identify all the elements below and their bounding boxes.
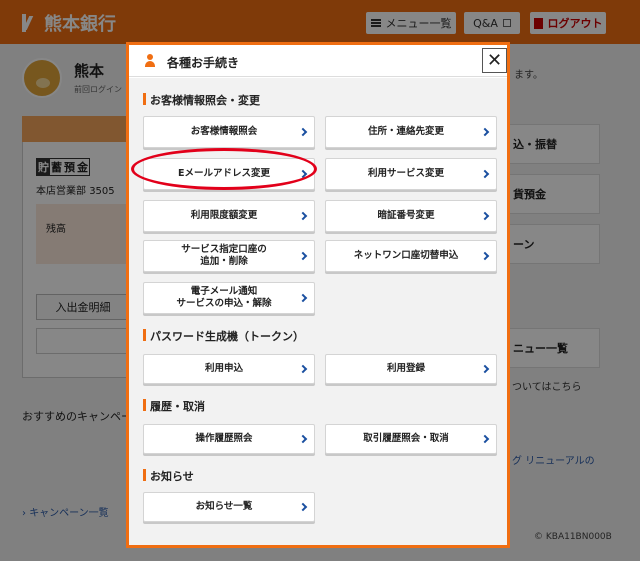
chevron-right-icon — [298, 502, 308, 512]
button-label: 利用登録 — [386, 362, 425, 374]
transaction-history-button[interactable]: 取引履歴照会・取消 — [325, 424, 497, 454]
close-button[interactable]: ✕ — [482, 48, 507, 73]
button-label: 暗証番号変更 — [377, 209, 435, 221]
close-icon: ✕ — [486, 49, 503, 71]
section-title-token: パスワード生成機（トークン） — [143, 328, 304, 344]
pin-change-button[interactable]: 暗証番号変更 — [325, 200, 497, 232]
button-label: お客様情報照会 — [190, 125, 258, 137]
button-label: 住所・連絡先変更 — [367, 125, 444, 137]
netone-switch-button[interactable]: ネットワン口座切替申込 — [325, 240, 497, 272]
button-label-line: 電子メール通知 — [190, 285, 258, 297]
token-register-button[interactable]: 利用登録 — [325, 354, 497, 384]
procedures-modal: 各種お手続き ✕ お客様情報照会・変更 お客様情報照会 住所・連絡先変更 Eメー… — [126, 42, 510, 548]
button-label: ネットワン口座切替申込 — [353, 249, 459, 261]
button-label: お知らせ一覧 — [195, 500, 253, 512]
customer-info-inquiry-button[interactable]: お客様情報照会 — [143, 116, 315, 148]
button-label: 電子メール通知 サービスの申込・解除 — [176, 286, 271, 311]
designated-account-button[interactable]: サービス指定口座の 追加・削除 — [143, 240, 315, 272]
highlight-circle — [131, 148, 317, 190]
button-label-line: 追加・削除 — [200, 256, 248, 267]
chevron-right-icon — [298, 434, 308, 444]
chevron-right-icon — [298, 127, 308, 137]
button-label-line: サービスの申込・解除 — [176, 298, 272, 309]
chevron-right-icon — [480, 364, 490, 374]
section-title-history: 履歴・取消 — [143, 398, 205, 414]
button-label: 操作履歴照会 — [195, 432, 253, 444]
section-title-customer: お客様情報照会・変更 — [143, 92, 260, 108]
button-label: サービス指定口座の 追加・削除 — [181, 244, 267, 269]
chevron-right-icon — [480, 434, 490, 444]
chevron-right-icon — [298, 364, 308, 374]
modal-header: 各種お手続き ✕ — [129, 45, 507, 77]
chevron-right-icon — [480, 169, 490, 179]
button-label: 利用サービス変更 — [367, 167, 444, 179]
modal-title: 各種お手続き — [167, 56, 240, 70]
limit-change-button[interactable]: 利用限度額変更 — [143, 200, 315, 232]
service-change-button[interactable]: 利用サービス変更 — [325, 158, 497, 190]
chevron-right-icon — [298, 211, 308, 221]
chevron-right-icon — [480, 127, 490, 137]
operation-history-button[interactable]: 操作履歴照会 — [143, 424, 315, 454]
button-label: 取引履歴照会・取消 — [363, 432, 449, 444]
chevron-right-icon — [298, 251, 308, 261]
button-label: 利用限度額変更 — [190, 209, 258, 221]
token-apply-button[interactable]: 利用申込 — [143, 354, 315, 384]
button-label: 利用申込 — [204, 362, 243, 374]
chevron-right-icon — [480, 211, 490, 221]
button-label-line: サービス指定口座の — [181, 243, 267, 255]
user-settings-icon — [145, 54, 161, 68]
notice-list-button[interactable]: お知らせ一覧 — [143, 492, 315, 522]
section-title-notices: お知らせ — [143, 468, 194, 484]
modal-body: お客様情報照会・変更 お客様情報照会 住所・連絡先変更 Eメールアドレス変更 利… — [129, 78, 507, 545]
email-notice-button[interactable]: 電子メール通知 サービスの申込・解除 — [143, 282, 315, 314]
chevron-right-icon — [480, 251, 490, 261]
chevron-right-icon — [298, 293, 308, 303]
address-change-button[interactable]: 住所・連絡先変更 — [325, 116, 497, 148]
